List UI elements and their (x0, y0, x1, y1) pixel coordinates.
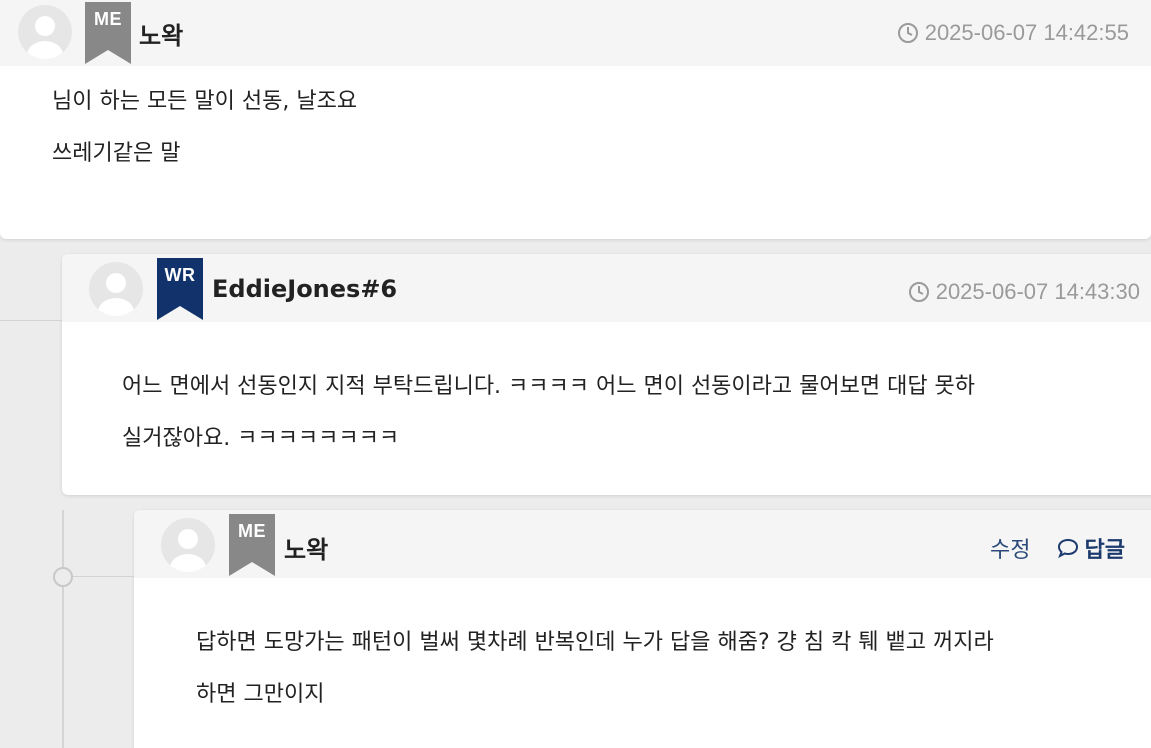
username[interactable]: 노왁 (284, 530, 328, 565)
comment-body: 답하면 도망가는 패턴이 벌써 몇차례 반복인데 누가 답을 해줌? 걍 침 칵… (196, 617, 994, 721)
thread-line (62, 510, 64, 748)
comment-text-line: 님이 하는 모든 말이 선동, 날조요 (52, 89, 358, 114)
comment-header: WR EddieJones#6 2025-06-07 14:43:30 (62, 254, 1151, 322)
reply-label: 답글 (1084, 538, 1125, 563)
reply-button[interactable]: 답글 (1057, 532, 1125, 564)
clock-icon (897, 23, 918, 43)
comment-text-line: 실거잖아요. ㅋㅋㅋㅋㅋㅋㅋㅋ (122, 426, 400, 451)
comment-thread: ME 노왁 2025-06-07 14:42:55 님이 하는 모든 말이 선동… (0, 0, 1151, 748)
timestamp-text: 2025-06-07 14:42:55 (924, 20, 1129, 45)
user-avatar-icon[interactable] (89, 262, 143, 316)
badge-label: ME (238, 521, 266, 541)
username[interactable]: EddieJones#6 (212, 275, 397, 303)
comment-text-line: 하면 그만이지 (196, 682, 325, 707)
comment-text-line: 답하면 도망가는 패턴이 벌써 몇차례 반복인데 누가 답을 해줌? 걍 침 칵… (196, 630, 994, 655)
thread-node (53, 567, 73, 587)
timestamp: 2025-06-07 14:43:30 (908, 279, 1140, 305)
comment: WR EddieJones#6 2025-06-07 14:43:30 어느 면… (62, 254, 1151, 495)
comment-text-line: 쓰레기같은 말 (52, 141, 181, 166)
timestamp-text: 2025-06-07 14:43:30 (935, 279, 1140, 304)
comment-body: 님이 하는 모든 말이 선동, 날조요 쓰레기같은 말 (0, 0, 357, 180)
comment-text-line: 어느 면에서 선동인지 지적 부탁드립니다. ㅋㅋㅋㅋ 어느 면이 선동이라고 … (122, 374, 976, 399)
comment-actions: 수정 답글 (990, 532, 1125, 564)
edit-button[interactable]: 수정 (990, 532, 1030, 564)
clock-icon (908, 282, 929, 302)
thread-line (72, 576, 134, 577)
comment-header: ME 노왁 수정 답글 (134, 510, 1151, 578)
member-badge: ME (229, 514, 275, 576)
writer-badge: WR (157, 258, 203, 320)
timestamp: 2025-06-07 14:42:55 (897, 20, 1129, 46)
comment: ME 노왁 수정 답글 답하면 도망가는 패턴이 벌써 몇차례 반복인데 누가 … (134, 510, 1151, 748)
comment: ME 노왁 2025-06-07 14:42:55 님이 하는 모든 말이 선동… (0, 0, 1151, 239)
user-avatar-icon[interactable] (161, 518, 215, 572)
thread-line (0, 320, 62, 321)
speech-bubble-icon (1057, 538, 1078, 559)
badge-label: WR (164, 265, 196, 285)
comment-body: 어느 면에서 선동인지 지적 부탁드립니다. ㅋㅋㅋㅋ 어느 면이 선동이라고 … (122, 361, 975, 465)
